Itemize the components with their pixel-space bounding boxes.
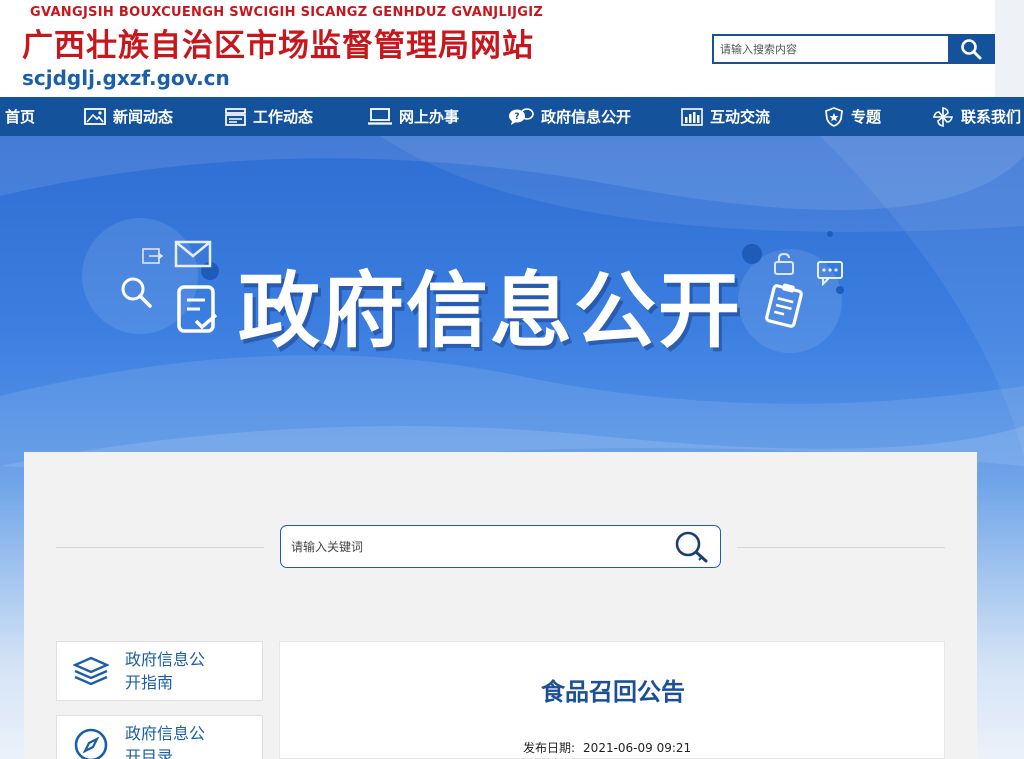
compass-icon <box>74 728 108 759</box>
article-card: 食品召回公告 发布日期: 2021-06-09 09:21 <box>279 641 945 759</box>
content-panel: 政府信息公开指南 政府信息公开目录 食品召回公告 发布日期: 2021-06-09… <box>24 452 977 759</box>
image-icon <box>84 108 106 125</box>
publish-date-label: 发布日期: <box>523 741 576 755</box>
site-header: GVANGJSIH BOUXCUENGH SWCIGIH SICANGZ GEN… <box>0 0 1024 97</box>
chat-question-icon: ? <box>509 108 534 125</box>
layers-icon <box>73 656 109 686</box>
nav-item-gov-info[interactable]: ? 政府信息公开 <box>508 97 631 136</box>
laptop-icon <box>368 108 392 125</box>
nav-item-label: 工作动态 <box>253 108 314 126</box>
nav-item-label: 网上办事 <box>399 108 460 126</box>
nav-item-interaction[interactable]: 互动交流 <box>681 97 770 136</box>
export-icon <box>142 248 164 264</box>
sidebar-item-label: 政府信息公开指南 <box>125 650 206 692</box>
article-meta: 发布日期: 2021-06-09 09:21 <box>523 739 691 756</box>
header-side-strip <box>995 0 1024 97</box>
bar-chart-icon <box>681 107 703 126</box>
site-name-roman: GVANGJSIH BOUXCUENGH SWCIGIH SICANGZ GEN… <box>30 5 544 20</box>
nav-item-label: 新闻动态 <box>113 108 174 126</box>
magnifier-icon <box>121 277 152 308</box>
nav-item-label: 首页 <box>5 108 36 126</box>
nav-item-home[interactable]: 首页 <box>5 97 35 136</box>
nav-item-label: 互动交流 <box>710 108 771 126</box>
clipboard-icon <box>765 283 803 328</box>
pinwheel-icon <box>933 106 953 127</box>
sidebar-item-guide[interactable]: 政府信息公开指南 <box>56 641 263 701</box>
keyword-search-button[interactable] <box>674 530 710 564</box>
divider-right <box>737 547 945 548</box>
shield-star-icon <box>825 106 843 127</box>
keyword-search-input[interactable] <box>291 526 661 567</box>
banner-title: 政府信息公开 <box>238 264 743 359</box>
sidebar-item-catalog[interactable]: 政府信息公开目录 <box>56 715 263 759</box>
document-stack-icon <box>225 107 246 126</box>
publish-date-value: 2021-06-09 09:21 <box>583 741 692 755</box>
magnifier-key-icon <box>675 531 708 563</box>
site-title[interactable]: 广西壮族自治区市场监督管理局网站 <box>22 20 534 65</box>
sidebar-icon-wrap <box>57 655 125 687</box>
divider-left <box>56 547 264 548</box>
nav-item-topics[interactable]: 专题 <box>824 97 881 136</box>
main-nav: 首页 新闻动态 工作动态 网上办事 ? 政府信息公开 互动交流 专题 联系我们 <box>0 97 1024 136</box>
nav-item-contact[interactable]: 联系我们 <box>932 97 1021 136</box>
envelope-icon <box>174 240 212 268</box>
nav-item-work[interactable]: 工作动态 <box>225 97 313 136</box>
article-title: 食品召回公告 <box>541 678 685 706</box>
nav-item-label: 专题 <box>851 108 882 126</box>
svg-text:?: ? <box>514 112 519 122</box>
nav-item-label: 联系我们 <box>961 108 1022 126</box>
sidebar-icon-wrap <box>57 727 125 759</box>
search-icon <box>960 39 981 60</box>
nav-item-news[interactable]: 新闻动态 <box>84 97 173 136</box>
top-search-box <box>712 34 995 64</box>
document-check-icon <box>177 285 218 333</box>
chat-dots-icon <box>817 261 843 286</box>
nav-item-label: 政府信息公开 <box>541 108 632 126</box>
top-search-input[interactable] <box>714 36 950 62</box>
nav-item-online-service[interactable]: 网上办事 <box>368 97 459 136</box>
top-search-button[interactable] <box>948 36 993 62</box>
site-domain[interactable]: scjdglj.gxzf.gov.cn <box>22 66 230 90</box>
sidebar-item-label: 政府信息公开目录 <box>125 724 206 759</box>
lock-icon <box>774 252 794 275</box>
keyword-search-box <box>280 525 721 568</box>
